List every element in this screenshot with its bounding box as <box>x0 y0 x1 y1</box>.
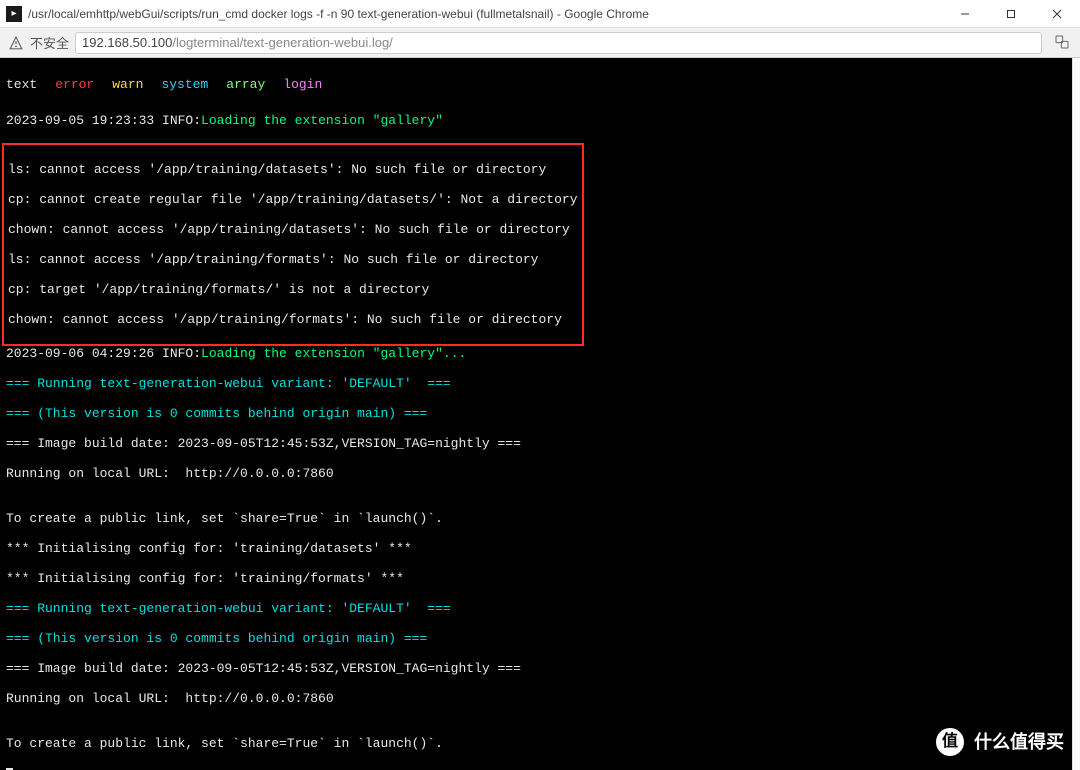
log-line: To create a public link, set `share=True… <box>6 511 1074 526</box>
right-edge-sliver <box>1072 58 1080 770</box>
filter-array[interactable]: array <box>226 77 265 92</box>
watermark-icon: 值 <box>934 726 966 758</box>
watermark: 值 什么值得买 <box>934 726 1064 758</box>
log-line: chown: cannot access '/app/training/data… <box>8 222 578 237</box>
log-line: *** Initialising config for: 'training/f… <box>6 571 1074 586</box>
log-line: === Image build date: 2023-09-05T12:45:5… <box>6 436 1074 451</box>
log-line: === Running text-generation-webui varian… <box>6 601 1074 616</box>
insecure-label: 不安全 <box>30 33 69 52</box>
url-host: 192.168.50.100 <box>82 35 172 50</box>
app-icon: ▸ <box>6 6 22 22</box>
watermark-text: 什么值得买 <box>974 735 1064 750</box>
log-line: 2023-09-05 19:23:33 INFO:Loading the ext… <box>6 113 1074 128</box>
log-line: To create a public link, set `share=True… <box>6 736 1074 751</box>
log-line: Running on local URL: http://0.0.0.0:786… <box>6 466 1074 481</box>
log-line: ls: cannot access '/app/training/dataset… <box>8 162 578 177</box>
filter-text[interactable]: text <box>6 77 37 92</box>
log-line: cp: cannot create regular file '/app/tra… <box>8 192 578 207</box>
filter-login[interactable]: login <box>283 77 322 92</box>
url-path: /logterminal/text-generation-webui.log/ <box>172 35 392 50</box>
filter-warn[interactable]: warn <box>112 77 143 92</box>
log-line: chown: cannot access '/app/training/form… <box>8 312 578 327</box>
address-bar: 不安全 192.168.50.100/logterminal/text-gene… <box>0 28 1080 58</box>
window-title: /usr/local/emhttp/webGui/scripts/run_cmd… <box>28 7 942 21</box>
log-line: Running on local URL: http://0.0.0.0:786… <box>6 691 1074 706</box>
log-line: *** Initialising config for: 'training/d… <box>6 541 1074 556</box>
translate-icon[interactable] <box>1054 34 1072 52</box>
log-line: ls: cannot access '/app/training/formats… <box>8 252 578 267</box>
filter-error[interactable]: error <box>55 77 94 92</box>
insecure-icon <box>8 35 24 51</box>
terminal-output[interactable]: text error warn system array login 2023-09-05… <box>0 58 1080 770</box>
url-input[interactable]: 192.168.50.100/logterminal/text-generati… <box>75 32 1042 54</box>
highlighted-error-block: ls: cannot access '/app/training/dataset… <box>2 143 584 346</box>
log-line: 2023-09-06 04:29:26 INFO:Loading the ext… <box>6 346 1074 361</box>
filter-system[interactable]: system <box>161 77 208 92</box>
log-filter-row: text error warn system array login <box>6 77 1074 92</box>
log-line: cp: target '/app/training/formats/' is n… <box>8 282 578 297</box>
maximize-button[interactable] <box>988 0 1034 28</box>
window-titlebar: ▸ /usr/local/emhttp/webGui/scripts/run_c… <box>0 0 1080 28</box>
log-line: === Image build date: 2023-09-05T12:45:5… <box>6 661 1074 676</box>
window-controls <box>942 0 1080 28</box>
log-line: === (This version is 0 commits behind or… <box>6 631 1074 646</box>
minimize-button[interactable] <box>942 0 988 28</box>
log-line: === Running text-generation-webui varian… <box>6 376 1074 391</box>
close-button[interactable] <box>1034 0 1080 28</box>
log-line: === (This version is 0 commits behind or… <box>6 406 1074 421</box>
